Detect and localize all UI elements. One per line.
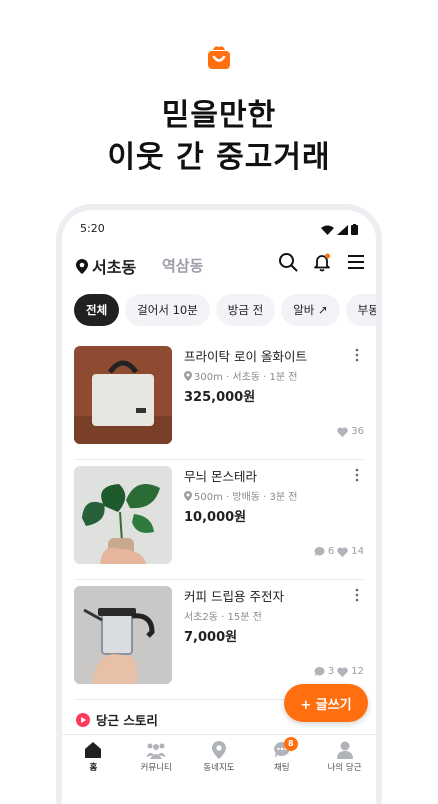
item-meta: 300m · 서초동 · 1분 전 <box>184 368 297 383</box>
list-item[interactable]: 무늬 몬스테라 500m · 방배동 · 3분 전 10,000원 6 14 <box>74 460 364 580</box>
filter-chips: 전체 걸어서 10분 방금 전 알바 ↗ 부동 <box>74 294 376 326</box>
chat-unread-badge: 8 <box>283 737 298 751</box>
chat-count: 6 <box>327 546 335 557</box>
item-title: 무늬 몬스테라 <box>184 469 257 484</box>
item-stats: 3 12 <box>314 666 364 677</box>
battery-icon <box>351 224 358 235</box>
hero-headline-line1: 믿을만한 <box>161 98 277 133</box>
item-price: 10,000원 <box>184 510 247 525</box>
karrot-bag-logo-icon <box>208 46 230 69</box>
more-options-icon[interactable] <box>354 588 360 602</box>
notification-bell-icon[interactable] <box>312 252 332 272</box>
item-meta-text: 300m · 서초동 · 1분 전 <box>194 372 298 383</box>
item-title: 프라이탁 로이 올화이트 <box>184 349 307 364</box>
list-item[interactable]: 프라이탁 로이 올화이트 300m · 서초동 · 1분 전 325,000원 … <box>74 340 364 460</box>
chat-count: 3 <box>327 666 335 677</box>
item-meta: 500m · 방배동 · 3분 전 <box>184 488 297 503</box>
like-count: 36 <box>351 426 364 437</box>
status-time: 5:20 <box>80 222 105 235</box>
secondary-location[interactable]: 역삼동 <box>162 255 203 276</box>
product-thumbnail-bag <box>74 346 172 444</box>
heart-icon <box>337 426 349 437</box>
app-bar: 서초동 역삼동 <box>76 250 366 280</box>
phone-mockup: 5:20 서초동 역삼동 전체 걸어서 10분 방금 전 알바 ↗ 부동 프라이… <box>56 204 382 804</box>
status-bar: 5:20 <box>80 222 358 240</box>
product-list: 프라이탁 로이 올화이트 300m · 서초동 · 1분 전 325,000원 … <box>74 340 364 700</box>
item-stats: 6 14 <box>314 546 364 557</box>
bottom-navigation: 홈 커뮤니티 동네지도 8 채팅 나의 당근 <box>62 734 376 791</box>
nav-label: 커뮤니티 <box>140 763 172 773</box>
location-pin-icon <box>76 258 88 274</box>
chat-bubble-icon <box>314 666 325 676</box>
item-meta: 서초2동 · 15분 전 <box>184 608 262 623</box>
map-pin-icon <box>211 741 226 759</box>
item-price: 325,000원 <box>184 390 256 405</box>
item-title: 커피 드립용 주전자 <box>184 589 284 604</box>
home-icon <box>85 742 102 758</box>
hero-headline-line2: 이웃 간 중고거래 <box>107 140 331 175</box>
item-meta-text: 500m · 방배동 · 3분 전 <box>194 492 298 503</box>
list-item[interactable]: 커피 드립용 주전자 서초2동 · 15분 전 7,000원 3 12 <box>74 580 364 700</box>
product-thumbnail-monstera <box>74 466 172 564</box>
item-meta-text: 서초2동 · 15분 전 <box>184 612 262 623</box>
profile-icon <box>336 741 353 759</box>
nav-label: 홈 <box>89 763 98 773</box>
like-count: 12 <box>351 666 364 677</box>
nav-home[interactable]: 홈 <box>65 741 121 791</box>
location-pin-icon <box>184 490 192 501</box>
app-bar-actions <box>278 252 366 272</box>
signal-icon <box>337 224 348 235</box>
write-post-button[interactable]: + 글쓰기 <box>284 684 368 722</box>
more-options-icon[interactable] <box>354 348 360 362</box>
play-circle-icon <box>76 712 90 727</box>
chip-walking-10min[interactable]: 걸어서 10분 <box>125 294 210 326</box>
product-thumbnail-kettle <box>74 586 172 684</box>
karrot-story-link[interactable]: 당근 스토리 <box>76 710 158 729</box>
nav-community[interactable]: 커뮤니티 <box>128 741 184 791</box>
wifi-icon <box>321 225 334 235</box>
location-name: 서초동 <box>92 258 137 277</box>
item-price: 7,000원 <box>184 630 238 645</box>
item-stats: 36 <box>337 426 364 437</box>
chat-bubble-icon <box>314 546 325 556</box>
nav-chat[interactable]: 8 채팅 <box>254 737 310 791</box>
heart-icon <box>337 666 349 677</box>
search-icon[interactable] <box>278 252 298 272</box>
nav-my-karrot[interactable]: 나의 당근 <box>317 741 373 791</box>
like-count: 14 <box>351 546 364 557</box>
location-selector[interactable]: 서초동 <box>76 254 136 278</box>
nav-neighborhood-map[interactable]: 동네지도 <box>191 741 247 791</box>
chip-all[interactable]: 전체 <box>74 294 120 326</box>
menu-icon[interactable] <box>346 252 366 272</box>
chip-jobs[interactable]: 알바 ↗ <box>281 294 340 326</box>
location-pin-icon <box>184 370 192 381</box>
status-icons <box>321 224 358 235</box>
story-label: 당근 스토리 <box>96 713 158 728</box>
nav-label: 채팅 <box>273 763 290 773</box>
chip-just-now[interactable]: 방금 전 <box>215 294 276 326</box>
nav-label: 동네지도 <box>203 763 235 773</box>
heart-icon <box>337 546 349 557</box>
nav-label: 나의 당근 <box>327 763 362 773</box>
chip-realestate[interactable]: 부동 <box>345 294 376 326</box>
more-options-icon[interactable] <box>354 468 360 482</box>
community-icon <box>146 743 167 759</box>
